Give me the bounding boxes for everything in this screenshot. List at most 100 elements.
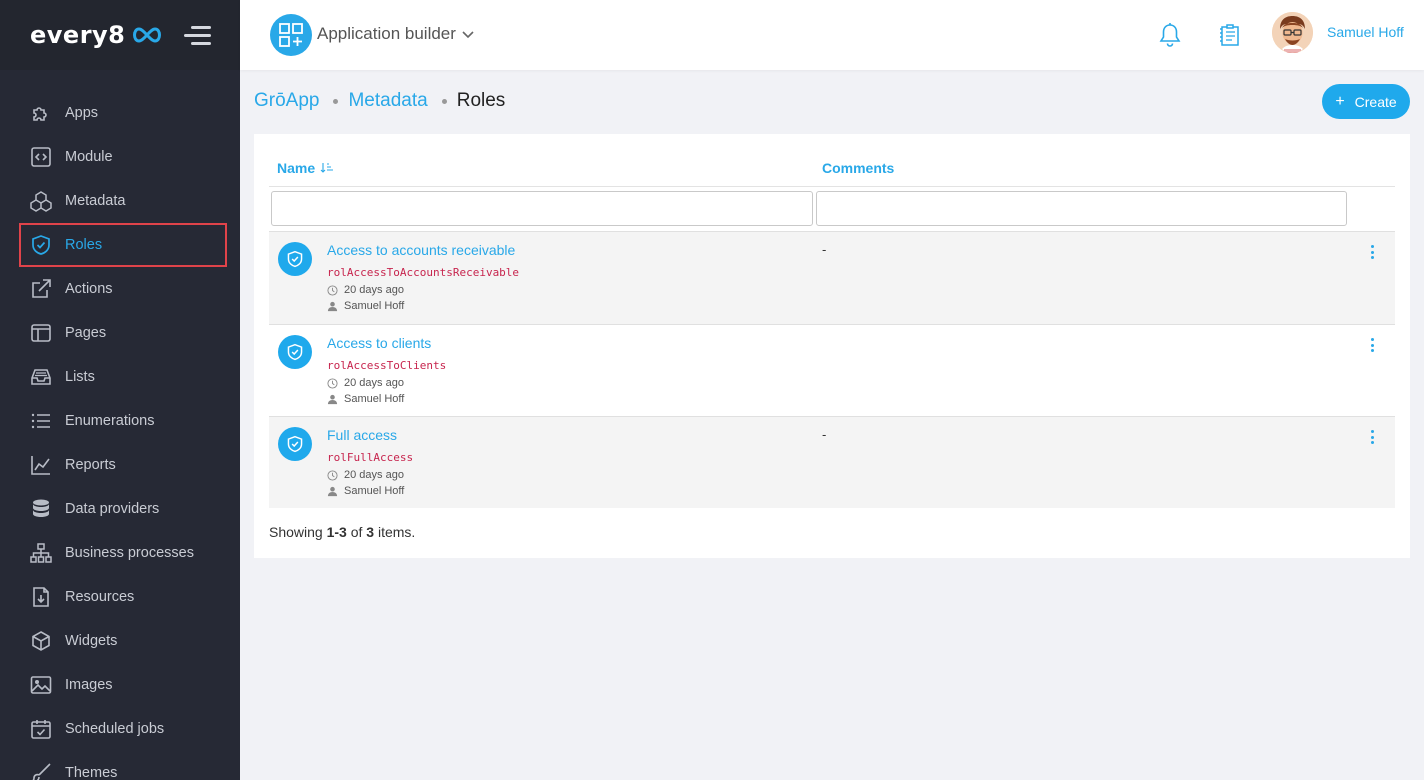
sidebar-item-label: Scheduled jobs xyxy=(65,721,165,737)
sidebar-item-label: Pages xyxy=(65,325,107,341)
sidebar-item-apps[interactable]: Apps xyxy=(0,91,240,135)
role-user-text: Samuel Hoff xyxy=(344,485,405,497)
sidebar-item-label: Themes xyxy=(65,765,118,780)
sidebar: every8 Apps Module Metadata Roles Action… xyxy=(0,0,240,780)
shield-icon xyxy=(278,427,312,461)
sidebar-item-label: Lists xyxy=(65,369,95,385)
table-row: Access to accounts receivable rolAccessT… xyxy=(269,231,1395,324)
column-header-name[interactable]: Name xyxy=(277,160,334,176)
role-comment: - xyxy=(822,242,827,257)
calendar-check-icon xyxy=(30,718,52,740)
clock-icon xyxy=(327,377,338,389)
sidebar-item-resources[interactable]: Resources xyxy=(0,575,240,619)
column-header-comments-label: Comments xyxy=(822,160,895,176)
name-filter-input[interactable] xyxy=(271,191,813,226)
user-icon xyxy=(327,301,338,311)
image-icon xyxy=(30,674,52,696)
role-code: rolAccessToClients xyxy=(327,359,447,372)
row-more-icon[interactable] xyxy=(1366,429,1378,445)
clipboard-icon[interactable] xyxy=(1217,22,1243,53)
menu-toggle-icon[interactable] xyxy=(183,26,211,46)
role-user-text: Samuel Hoff xyxy=(344,393,405,405)
app-selector[interactable]: Application builder xyxy=(317,24,474,44)
shield-icon xyxy=(278,242,312,276)
breadcrumb-separator xyxy=(441,98,447,104)
summary-prefix: Showing xyxy=(269,524,327,540)
table-header-divider xyxy=(269,186,1395,187)
file-download-icon xyxy=(30,586,52,608)
summary-suffix: items. xyxy=(374,524,416,540)
sidebar-item-label: Business processes xyxy=(65,545,194,561)
sidebar-item-images[interactable]: Images xyxy=(0,663,240,707)
sidebar-item-label: Roles xyxy=(65,237,103,253)
summary-range: 1-3 xyxy=(326,524,347,540)
comments-filter-input[interactable] xyxy=(816,191,1347,226)
user-name[interactable]: Samuel Hoff xyxy=(1327,24,1404,40)
sidebar-item-label: Apps xyxy=(65,105,99,121)
list-icon xyxy=(30,410,52,432)
sidebar-item-reports[interactable]: Reports xyxy=(0,443,240,487)
table-row: Full access rolFullAccess 20 days ago Sa… xyxy=(269,416,1395,508)
sidebar-item-data-providers[interactable]: Data providers xyxy=(0,487,240,531)
pagination-summary: Showing 1-3 of 3 items. xyxy=(269,524,415,540)
sitemap-icon xyxy=(30,542,52,564)
role-modified-time: 20 days ago xyxy=(327,469,404,481)
role-modified-user: Samuel Hoff xyxy=(327,300,404,312)
summary-total: 3 xyxy=(366,524,375,540)
create-button-label: Create xyxy=(1354,93,1397,110)
sidebar-item-business-processes[interactable]: Business processes xyxy=(0,531,240,575)
brand[interactable]: every8 xyxy=(0,0,240,70)
row-more-icon[interactable] xyxy=(1366,244,1378,260)
role-title-link[interactable]: Full access xyxy=(327,427,397,443)
sidebar-item-lists[interactable]: Lists xyxy=(0,355,240,399)
cube-icon xyxy=(30,630,52,652)
role-title-link[interactable]: Access to accounts receivable xyxy=(327,242,515,258)
sidebar-item-label: Actions xyxy=(65,281,113,297)
user-icon xyxy=(327,394,338,404)
sidebar-item-module[interactable]: Module xyxy=(0,135,240,179)
sidebar-item-enumerations[interactable]: Enumerations xyxy=(0,399,240,443)
column-header-name-label: Name xyxy=(277,160,316,176)
role-time-text: 20 days ago xyxy=(344,469,404,481)
user-icon xyxy=(327,486,338,496)
bell-icon[interactable] xyxy=(1158,22,1182,53)
sidebar-item-metadata[interactable]: Metadata xyxy=(0,179,240,223)
row-more-icon[interactable] xyxy=(1366,337,1378,353)
breadcrumb: GrōApp Metadata Roles xyxy=(254,90,505,112)
shield-icon xyxy=(30,234,52,256)
app-builder-icon[interactable] xyxy=(270,14,312,56)
sidebar-item-widgets[interactable]: Widgets xyxy=(0,619,240,663)
role-modified-user: Samuel Hoff xyxy=(327,485,404,497)
role-code: rolAccessToAccountsReceivable xyxy=(327,266,520,279)
top-header: Application builder Samuel Hoff xyxy=(240,0,1424,70)
role-time-text: 20 days ago xyxy=(344,377,404,389)
brand-name: every8 xyxy=(30,21,126,49)
sidebar-item-themes[interactable]: Themes xyxy=(0,751,240,780)
cubes-icon xyxy=(30,190,52,212)
role-title-link[interactable]: Access to clients xyxy=(327,335,431,351)
role-modified-time: 20 days ago xyxy=(327,377,404,389)
infinity-logo-icon xyxy=(131,26,163,44)
sidebar-item-actions[interactable]: Actions xyxy=(0,267,240,311)
sidebar-item-pages[interactable]: Pages xyxy=(0,311,240,355)
line-chart-icon xyxy=(30,454,52,476)
sidebar-item-label: Images xyxy=(65,677,113,693)
sort-ascending-icon[interactable] xyxy=(320,162,334,174)
roles-table-card: Name Comments Access to accounts receiva… xyxy=(254,134,1410,558)
layout-icon xyxy=(30,322,52,344)
breadcrumb-item-app[interactable]: GrōApp xyxy=(254,90,319,112)
breadcrumb-item-metadata[interactable]: Metadata xyxy=(348,90,427,112)
sidebar-item-label: Metadata xyxy=(65,193,126,209)
avatar[interactable] xyxy=(1272,12,1313,53)
code-icon xyxy=(30,146,52,168)
create-button[interactable]: + Create xyxy=(1322,84,1410,119)
app-title: Application builder xyxy=(317,24,456,43)
breadcrumb-separator xyxy=(333,98,339,104)
column-header-comments[interactable]: Comments xyxy=(822,160,894,176)
sidebar-item-roles[interactable]: Roles xyxy=(0,223,240,267)
sidebar-item-label: Enumerations xyxy=(65,413,155,429)
role-user-text: Samuel Hoff xyxy=(344,300,405,312)
sidebar-item-scheduled-jobs[interactable]: Scheduled jobs xyxy=(0,707,240,751)
role-code: rolFullAccess xyxy=(327,451,414,464)
page-title: Roles xyxy=(456,90,506,111)
